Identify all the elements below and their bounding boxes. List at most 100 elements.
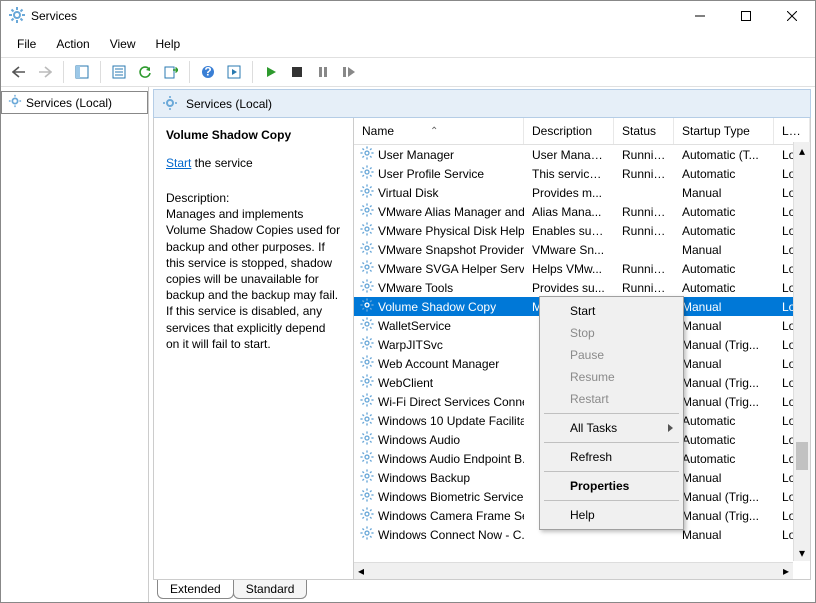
- service-startup-type: Manual: [674, 243, 774, 257]
- ctx-help[interactable]: Help: [542, 504, 681, 526]
- menu-help[interactable]: Help: [146, 33, 191, 55]
- content-body: Volume Shadow Copy Start the service Des…: [153, 118, 811, 580]
- col-status[interactable]: Status: [614, 118, 674, 144]
- menu-file[interactable]: File: [7, 33, 46, 55]
- ctx-properties[interactable]: Properties: [542, 475, 681, 497]
- pause-service-button[interactable]: [311, 60, 335, 84]
- service-startup-type: Manual: [674, 471, 774, 485]
- gear-icon: [360, 488, 374, 505]
- gear-icon: [360, 412, 374, 429]
- back-button[interactable]: [7, 60, 31, 84]
- start-link[interactable]: Start: [166, 156, 191, 170]
- start-service-button[interactable]: [259, 60, 283, 84]
- nav-services-local[interactable]: Services (Local): [1, 91, 148, 114]
- forward-button[interactable]: [33, 60, 57, 84]
- toolbar: ?: [1, 57, 815, 87]
- service-desc: Alias Mana...: [524, 205, 614, 219]
- service-name: WebClient: [378, 376, 433, 390]
- col-description[interactable]: Description: [524, 118, 614, 144]
- table-row[interactable]: Virtual DiskProvides m...ManualLoc: [354, 183, 810, 202]
- gear-icon: [360, 298, 374, 315]
- services-list: Name⌃ Description Status Startup Type Lo…: [354, 118, 810, 579]
- col-name[interactable]: Name⌃: [354, 118, 524, 144]
- table-row[interactable]: VMware Alias Manager and ...Alias Mana..…: [354, 202, 810, 221]
- ctx-sep2: [544, 442, 679, 443]
- tab-standard[interactable]: Standard: [233, 580, 308, 599]
- stop-service-button[interactable]: [285, 60, 309, 84]
- service-name: WalletService: [378, 319, 451, 333]
- ctx-sep1: [544, 413, 679, 414]
- service-name: Windows 10 Update Facilita...: [378, 414, 524, 428]
- tab-extended[interactable]: Extended: [157, 580, 234, 599]
- ctx-resume[interactable]: Resume: [542, 366, 681, 388]
- titlebar: Services: [1, 1, 815, 31]
- close-button[interactable]: [769, 1, 815, 31]
- service-startup-type: Automatic: [674, 414, 774, 428]
- service-startup-type: Manual: [674, 319, 774, 333]
- window-controls: [677, 1, 815, 31]
- service-startup-type: Manual: [674, 357, 774, 371]
- service-name: WarpJITSvc: [378, 338, 443, 352]
- minimize-button[interactable]: [677, 1, 723, 31]
- show-hide-tree-button[interactable]: [70, 60, 94, 84]
- help-button[interactable]: ?: [196, 60, 220, 84]
- ctx-pause[interactable]: Pause: [542, 344, 681, 366]
- description-block: Description: Manages and implements Volu…: [166, 190, 341, 352]
- service-name: VMware Physical Disk Help...: [378, 224, 524, 238]
- table-row[interactable]: VMware Physical Disk Help...Enables sup.…: [354, 221, 810, 240]
- view-tabs: Extended Standard: [153, 580, 811, 602]
- scroll-right-icon[interactable]: ▸: [779, 564, 793, 578]
- sort-caret-icon: ⌃: [430, 126, 438, 137]
- gear-icon: [360, 317, 374, 334]
- selected-service-name: Volume Shadow Copy: [166, 128, 341, 142]
- gear-icon: [360, 469, 374, 486]
- gear-icon: [360, 526, 374, 543]
- refresh-button[interactable]: [133, 60, 157, 84]
- service-name: Wi-Fi Direct Services Conne...: [378, 395, 524, 409]
- table-row[interactable]: User ManagerUser Manag...RunningAutomati…: [354, 145, 810, 164]
- gear-icon: [360, 260, 374, 277]
- ctx-restart[interactable]: Restart: [542, 388, 681, 410]
- table-row[interactable]: VMware ToolsProvides su...RunningAutomat…: [354, 278, 810, 297]
- maximize-button[interactable]: [723, 1, 769, 31]
- ctx-all-tasks[interactable]: All Tasks: [542, 417, 681, 439]
- action-button[interactable]: [222, 60, 246, 84]
- service-desc: Enables sup...: [524, 224, 614, 238]
- col-log[interactable]: Log: [774, 118, 810, 144]
- table-row[interactable]: VMware Snapshot ProviderVMware Sn...Manu…: [354, 240, 810, 259]
- restart-service-button[interactable]: [337, 60, 361, 84]
- vertical-scrollbar[interactable]: ▴ ▾: [793, 142, 810, 561]
- scroll-up-icon[interactable]: ▴: [794, 142, 810, 159]
- service-status: Running: [614, 262, 674, 276]
- start-suffix: the service: [191, 156, 252, 170]
- ctx-refresh[interactable]: Refresh: [542, 446, 681, 468]
- scroll-thumb[interactable]: [796, 442, 808, 470]
- service-name: User Profile Service: [378, 167, 484, 181]
- service-startup-type: Manual (Trig...: [674, 376, 774, 390]
- details-panel: Volume Shadow Copy Start the service Des…: [154, 118, 354, 579]
- service-name: Windows Connect Now - C...: [378, 528, 524, 542]
- scroll-down-icon[interactable]: ▾: [794, 544, 810, 561]
- app-icon: [9, 7, 25, 26]
- service-desc: Provides su...: [524, 281, 614, 295]
- description-label: Description:: [166, 190, 341, 206]
- export-list-button[interactable]: [159, 60, 183, 84]
- menu-view[interactable]: View: [100, 33, 146, 55]
- body: Services (Local) Services (Local) Volume…: [1, 87, 815, 602]
- service-status: Running: [614, 205, 674, 219]
- start-line: Start the service: [166, 156, 341, 170]
- service-name: VMware Alias Manager and ...: [378, 205, 524, 219]
- table-row[interactable]: VMware SVGA Helper ServiceHelps VMw...Ru…: [354, 259, 810, 278]
- ctx-start[interactable]: Start: [542, 300, 681, 322]
- menu-action[interactable]: Action: [46, 33, 99, 55]
- scroll-left-icon[interactable]: ◂: [354, 564, 368, 578]
- service-name: Windows Biometric Service: [378, 490, 523, 504]
- ctx-stop[interactable]: Stop: [542, 322, 681, 344]
- nav-label: Services (Local): [26, 96, 112, 110]
- table-row[interactable]: User Profile ServiceThis service ...Runn…: [354, 164, 810, 183]
- col-startup-type[interactable]: Startup Type: [674, 118, 774, 144]
- properties-button[interactable]: [107, 60, 131, 84]
- horizontal-scrollbar[interactable]: ◂ ▸: [354, 562, 793, 579]
- service-desc: This service ...: [524, 167, 614, 181]
- service-name: Windows Audio: [378, 433, 460, 447]
